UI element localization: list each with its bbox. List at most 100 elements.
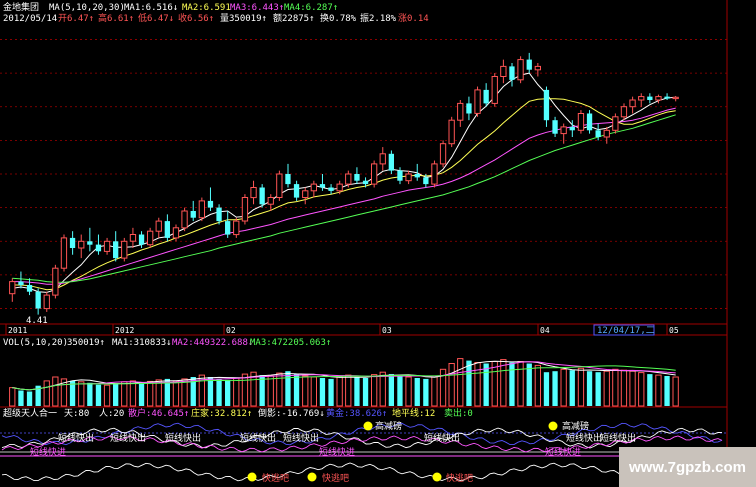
candle-body-down: [207, 200, 214, 208]
volume-bar-up: [534, 364, 542, 407]
candle: [612, 113, 619, 134]
time-tick-label: 02: [226, 326, 236, 335]
candle-body-up: [121, 240, 128, 259]
volume-bar-down: [543, 372, 550, 406]
candle-body-up: [250, 187, 257, 199]
candle-body-up: [276, 173, 283, 198]
candle-body-down: [397, 170, 403, 181]
candle-body-up: [60, 237, 68, 269]
candle-body-up: [52, 267, 59, 296]
stock-chart: 金地集团 MA(5,10,20,30) MA1:6.516↓ MA2:6.591…: [0, 0, 756, 487]
signal-short-out: 短线快出: [165, 432, 201, 444]
volume-bar-down: [285, 371, 291, 406]
candle: [448, 116, 455, 148]
indicator-header: 超级天人合一 天:80 人:20 散户:46.645↑ 庄家:32.812↑ 倒…: [3, 407, 473, 419]
candle: [439, 140, 447, 168]
volume-bar-down: [362, 378, 369, 406]
volume-bar-down: [586, 371, 593, 406]
open-price: 开6.47↑: [58, 13, 94, 24]
indicator-huangjin: 黄金:38.626↑: [326, 407, 387, 419]
volume-bar-down: [414, 378, 420, 406]
volume-bar-up: [500, 359, 507, 407]
volume-bar-down: [87, 382, 93, 406]
volume-bar-down: [397, 376, 403, 406]
indicator-tian: 天:80: [64, 409, 89, 419]
signal-short-out: 短线快出: [240, 432, 276, 444]
volume-bar-down: [552, 371, 558, 406]
volume-bar-up: [629, 370, 636, 407]
indicator-daoying: 倒影:-16.769↓: [258, 407, 325, 419]
candle: [431, 160, 438, 188]
candle: [60, 234, 68, 272]
candle: [586, 110, 593, 134]
signal-short-out: 短线快出: [424, 432, 460, 444]
volume-bar-up: [577, 367, 585, 407]
date-cursor-label: 12/04/17,二: [597, 326, 655, 336]
volume-header: VOL(5,10,20) 350019↑ MA1:310833↓ MA2:449…: [3, 338, 331, 348]
candle-body-up: [629, 99, 636, 108]
volume-bar-up: [345, 374, 352, 407]
signal-short-out: 短线快出: [283, 432, 319, 444]
candle: [181, 207, 188, 232]
candle-body-up: [78, 240, 85, 249]
candle-body-up: [147, 230, 154, 246]
candle-body-down: [354, 174, 360, 181]
volume-bar-up: [560, 368, 567, 407]
candle-body-down: [466, 103, 472, 114]
candle-body-down: [483, 89, 489, 104]
candle-body-down: [569, 126, 575, 131]
volume-bar-down: [225, 379, 231, 406]
volume-bar-up: [517, 361, 524, 407]
candle-body-up: [379, 153, 386, 165]
candle: [491, 73, 498, 107]
volume-bar-up: [405, 376, 412, 407]
candle-body-up: [491, 76, 498, 104]
volume-bar-up: [371, 374, 378, 407]
candle-body-up: [534, 65, 542, 71]
candle: [233, 217, 240, 238]
candle-body-down: [216, 207, 222, 222]
indicator-maichu: 卖出:0: [444, 407, 473, 419]
candle-body-up: [405, 173, 412, 182]
volume-bar-up: [620, 369, 628, 407]
indicator-ren: 人:20: [99, 408, 124, 419]
volume-bar-down: [466, 360, 472, 406]
candle-body-down: [138, 234, 145, 245]
candle: [43, 291, 50, 312]
candle-body-down: [285, 174, 291, 185]
candle-body-up: [500, 65, 507, 78]
signal-short-out: 短线快出: [58, 432, 94, 444]
smiley-icon: [247, 472, 257, 482]
indicator-sanhu: 散户:46.645↑: [128, 407, 189, 419]
volume-bar-up: [9, 387, 16, 407]
volume-bar-up: [457, 358, 464, 407]
ma-label: MA(5,10,20,30): [49, 3, 125, 13]
volume-bar-down: [509, 362, 515, 406]
amplitude-value: 振2.18%: [360, 12, 397, 24]
candle-body-up: [655, 96, 662, 101]
signal-short-in: 短线快进: [545, 446, 581, 458]
candle-body-down: [113, 241, 119, 259]
volume-bar-down: [388, 374, 394, 406]
signal-short-out: 短线快出: [110, 432, 146, 444]
time-tick-label: 2012: [115, 326, 134, 335]
candle-body-up: [310, 183, 318, 192]
candle-body-up: [577, 113, 585, 131]
volume-bar-up: [43, 380, 50, 407]
candle-body-up: [431, 163, 438, 185]
volume-bar-down: [483, 363, 489, 406]
vol-ma3: MA3:472205.063↑: [250, 338, 331, 348]
quote-date: 2012/05/14: [3, 14, 57, 24]
smiley-icon: [432, 472, 442, 482]
candle-body-down: [164, 221, 170, 238]
volume-bar-up: [172, 380, 180, 407]
candle-body-up: [336, 183, 343, 192]
candle-body-down: [225, 221, 231, 235]
volume-bar-down: [113, 383, 119, 406]
volume-bar-up: [147, 380, 154, 407]
signal-short-in: 短线快进: [30, 446, 66, 458]
volume-bar-down: [26, 391, 33, 406]
volume-bar-down: [319, 378, 326, 406]
watermark: www.7gpzb.com: [619, 447, 756, 487]
candle-body-down: [293, 184, 300, 198]
